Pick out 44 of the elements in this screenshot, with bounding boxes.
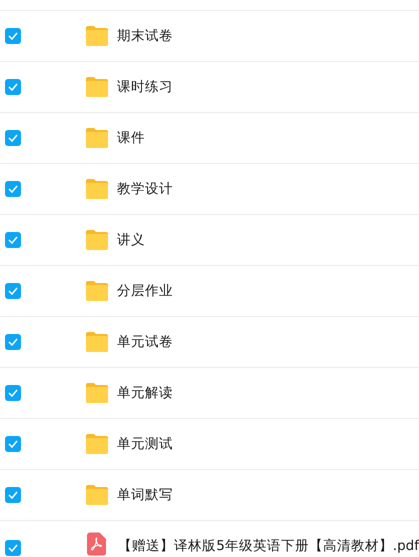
check-icon [8, 389, 18, 397]
file-name[interactable]: 期末试卷 [117, 26, 173, 46]
check-icon [8, 236, 18, 244]
folder-icon [85, 127, 109, 149]
checkbox[interactable] [5, 130, 21, 146]
folder-icon [85, 280, 109, 302]
folder-icon [85, 178, 109, 200]
checkbox[interactable] [5, 385, 21, 401]
check-icon [8, 338, 18, 346]
file-name[interactable]: 教学设计 [117, 178, 173, 200]
folder-icon [85, 76, 109, 98]
pdf-icon [87, 532, 106, 556]
folder-icon [85, 229, 109, 251]
checkbox[interactable] [5, 436, 21, 452]
check-icon [8, 185, 18, 193]
checkbox[interactable] [5, 79, 21, 95]
check-icon [8, 134, 18, 142]
check-icon [8, 440, 18, 448]
folder-icon [85, 382, 109, 404]
file-name[interactable]: 分层作业 [117, 280, 173, 302]
file-name[interactable]: 讲义 [117, 230, 145, 250]
file-name[interactable]: 单元试卷 [117, 332, 173, 352]
file-name[interactable]: 【赠送】译林版5年级英语下册【高清教材】.pdf [118, 536, 419, 556]
file-name[interactable]: 课件 [117, 128, 145, 148]
file-name[interactable]: 单元解读 [117, 382, 173, 404]
folder-icon [85, 484, 109, 506]
checkbox[interactable] [5, 283, 21, 299]
check-icon [8, 287, 18, 295]
checkbox[interactable] [5, 540, 21, 556]
file-name[interactable]: 单词默写 [117, 484, 173, 506]
checkbox[interactable] [5, 232, 21, 248]
file-name[interactable]: 单元测试 [117, 434, 173, 454]
check-icon [8, 83, 18, 91]
check-icon [8, 32, 18, 40]
checkbox[interactable] [5, 487, 21, 503]
check-icon [8, 491, 18, 499]
checkbox[interactable] [5, 28, 21, 44]
folder-icon [85, 331, 109, 353]
folder-icon [85, 433, 109, 455]
checkbox[interactable] [5, 181, 21, 197]
checkbox[interactable] [5, 334, 21, 350]
folder-icon [85, 25, 109, 47]
check-icon [8, 544, 18, 552]
file-name[interactable]: 课时练习 [117, 76, 173, 98]
